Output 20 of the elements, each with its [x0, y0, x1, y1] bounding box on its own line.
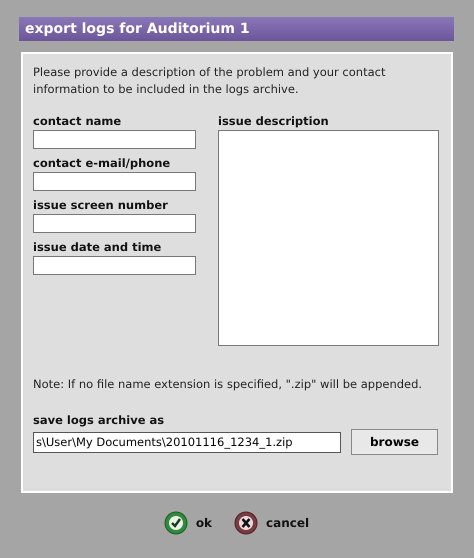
window-title: export logs for Auditorium 1 — [19, 17, 454, 41]
field-label: contact e-mail/phone — [33, 156, 172, 170]
input-field[interactable] — [33, 214, 196, 233]
ok-button[interactable]: ok — [196, 516, 212, 530]
input-field[interactable] — [33, 130, 196, 149]
field-label: save logs archive as — [33, 413, 166, 427]
path-field[interactable]: s\User\My Documents\20101116_1234_1.zip — [33, 432, 341, 452]
description-field[interactable] — [218, 130, 439, 346]
close-icon — [234, 511, 258, 535]
field-label: issue date and time — [33, 240, 162, 254]
note-text: Note: If no file name extension is specified, ".zip" will be appended. — [33, 376, 424, 393]
intro-text: Please provide a description of the problem and your contact information to be included in the logs archive. — [33, 64, 386, 98]
browse-button[interactable]: browse — [351, 429, 438, 455]
field-label: contact name — [33, 114, 122, 128]
field-label: issue description — [218, 114, 330, 128]
input-field[interactable] — [33, 256, 196, 275]
check-icon — [164, 511, 188, 535]
cancel-button[interactable]: cancel — [266, 516, 310, 530]
input-field[interactable] — [33, 172, 196, 191]
field-label: issue screen number — [33, 198, 169, 212]
